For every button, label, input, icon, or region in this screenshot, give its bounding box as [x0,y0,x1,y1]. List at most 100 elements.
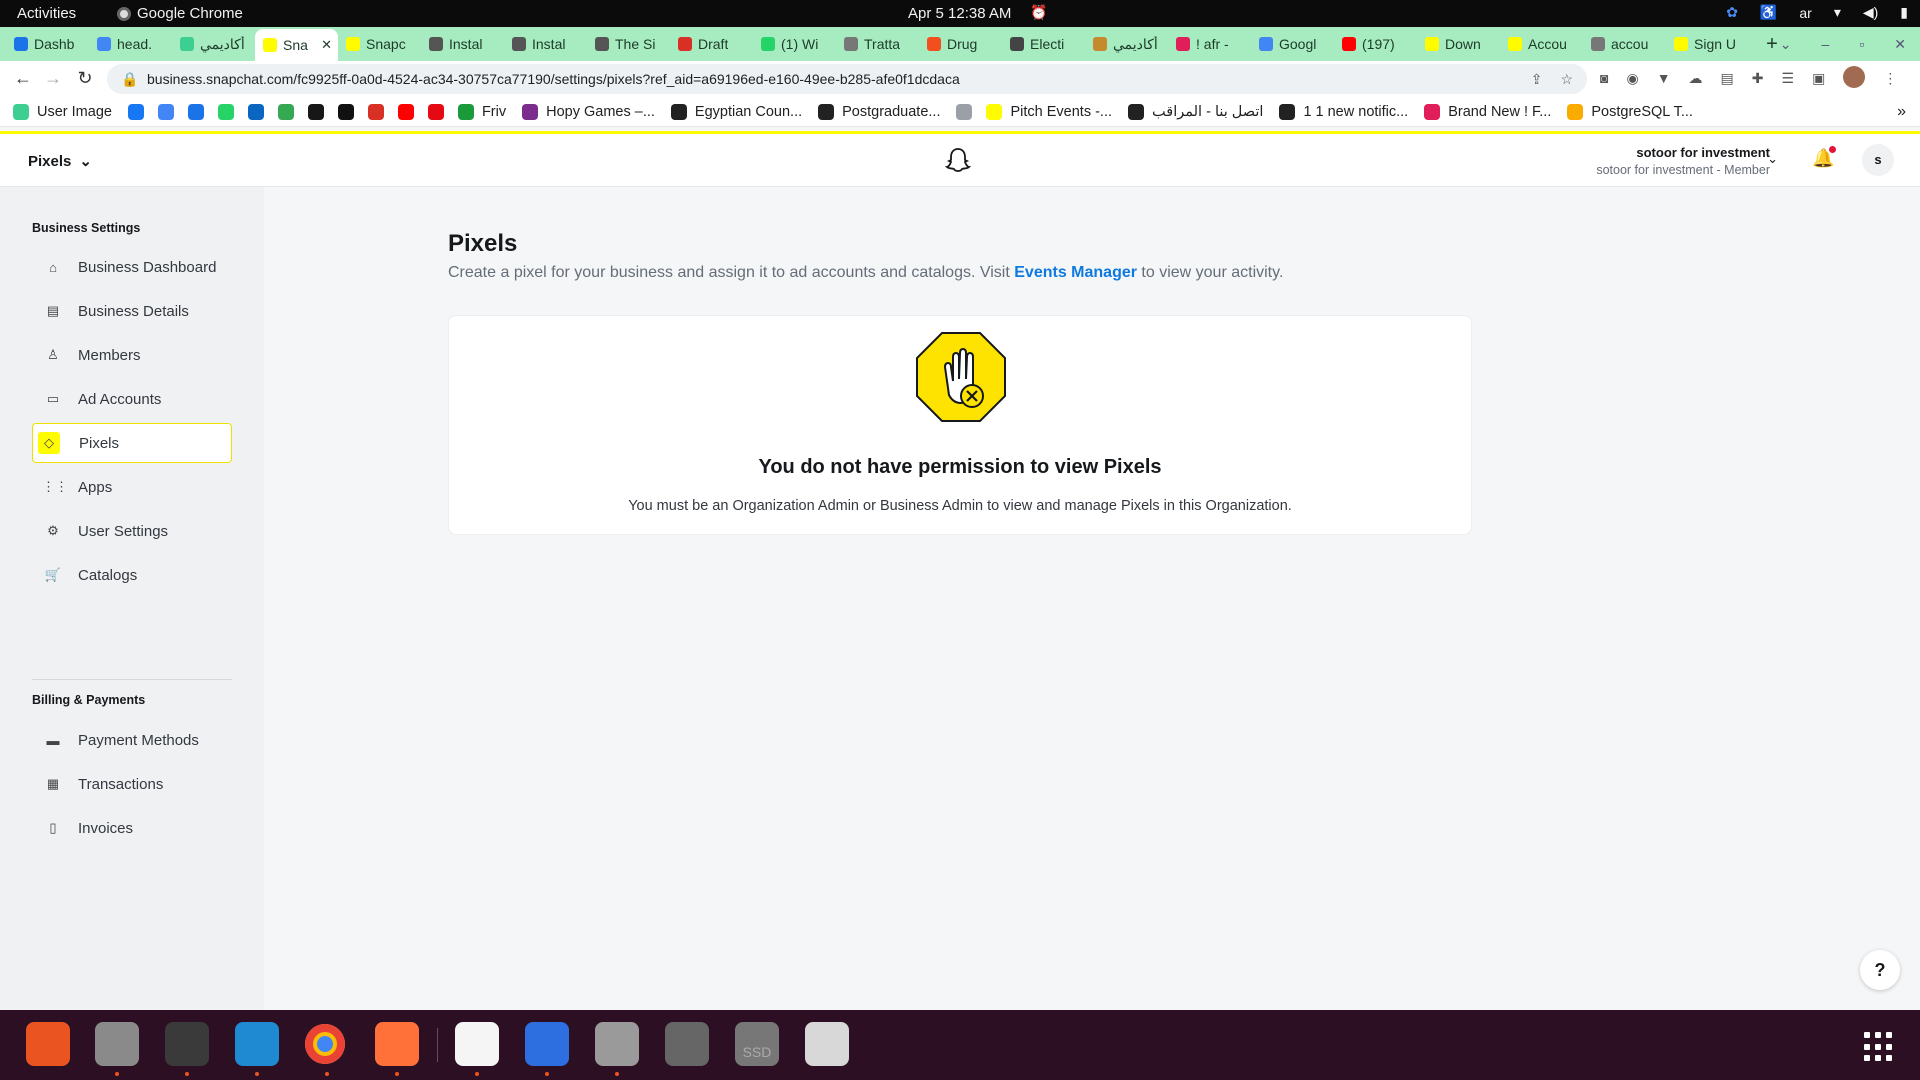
browser-tab[interactable]: ! afr - [1168,30,1251,58]
lock-icon[interactable]: 🔒 [121,71,138,88]
sync-icon[interactable]: ✿ [1726,4,1738,21]
browser-tab[interactable]: Sna ✕ [255,29,338,61]
sidebar-item-ad-accounts[interactable]: ▭ Ad Accounts [32,379,232,419]
browser-tab[interactable]: accou [1583,30,1666,58]
settings-icon[interactable] [595,1022,639,1066]
sidebar-item-apps[interactable]: ⋮⋮ Apps [32,467,232,507]
browser-tab[interactable]: head. [89,30,172,58]
share-icon[interactable]: ⇪ [1531,71,1543,88]
bookmark-item[interactable]: اتصل بنا - المراقب [1128,103,1263,120]
text-editor-icon[interactable] [455,1022,499,1066]
profile-avatar[interactable] [1843,66,1866,88]
sidebar-item-invoices[interactable]: ▯ Invoices [32,808,232,848]
sidebar-item-members[interactable]: ♙ Members [32,335,232,375]
extensions-icon[interactable]: ✚ [1752,70,1764,88]
volume-icon[interactable]: ◀) [1863,4,1878,21]
activities-button[interactable]: Activities [17,5,76,22]
section-switcher[interactable]: Pixels ⌄ [28,152,92,171]
notes-icon[interactable]: ▤ [1721,70,1734,88]
vue-icon[interactable]: ▼ [1657,70,1671,88]
chrome-icon[interactable] [305,1024,345,1064]
browser-tab[interactable]: The Si [587,30,670,58]
bookmark-item[interactable] [247,103,264,120]
app-menu[interactable]: Google Chrome [117,5,243,22]
wifi-icon[interactable]: ▾ [1834,4,1841,21]
sidebar-item-business-dashboard[interactable]: ⌂ Business Dashboard [32,247,232,287]
bookmark-item[interactable]: PostgreSQL T... [1567,103,1693,120]
browser-tab[interactable]: (1) Wi [753,30,836,58]
terminal-icon[interactable] [165,1022,209,1066]
browser-tab[interactable]: (197) [1334,30,1417,58]
sync-app-icon[interactable] [525,1022,569,1066]
bookmark-item[interactable]: Pitch Events -... [986,103,1112,120]
events-manager-link[interactable]: Events Manager [1014,264,1137,281]
vscode-icon[interactable] [235,1022,279,1066]
browser-tab[interactable]: Down [1417,30,1500,58]
side-panel-icon[interactable]: ▣ [1812,70,1825,88]
chevron-down-icon[interactable]: ⌄ [1767,151,1778,167]
tab-search-icon[interactable]: ☰ [1782,70,1795,88]
browser-tab[interactable]: أكاديمي [1085,30,1168,58]
forward-icon[interactable]: → [42,68,64,89]
reload-icon[interactable]: ↻ [74,68,96,89]
browser-tab[interactable]: أكاديمي [172,30,255,58]
help-button[interactable]: ? [1860,950,1900,990]
notifications-bell-icon[interactable]: 🔔 [1812,146,1836,170]
bookmark-item[interactable]: User Image [13,103,112,120]
tab-list-chevron-icon[interactable]: ⌄ [1780,36,1792,53]
browser-tab[interactable]: Electi [1002,30,1085,58]
clock[interactable]: Apr 5 12:38 AM [908,5,1011,22]
bookmark-item[interactable]: Egyptian Coun... [670,103,802,120]
bookmark-item[interactable] [427,103,444,120]
url-text[interactable]: business.snapchat.com/fc9925ff-0a0d-4524… [147,71,960,87]
bookmark-item[interactable] [397,103,414,120]
bookmark-item[interactable] [127,103,144,120]
sidebar-item-pixels[interactable]: ◇ Pixels [32,423,232,463]
firefox-icon[interactable] [375,1022,419,1066]
star-icon[interactable]: ☆ [1560,71,1573,88]
address-bar[interactable]: 🔒 business.snapchat.com/fc9925ff-0a0d-45… [107,64,1587,94]
bookmark-item[interactable] [337,103,354,120]
accessibility-icon[interactable]: ♿ [1760,4,1777,21]
system-tray[interactable]: ✿ ♿ ar ▾ ◀) ▮ [1726,4,1908,21]
browser-tab[interactable]: Tratta [836,30,919,58]
sidebar-item-business-details[interactable]: ▤ Business Details [32,291,232,331]
back-icon[interactable]: ← [12,68,34,89]
avatar[interactable]: s [1862,144,1894,176]
browser-tab[interactable]: Instal [421,30,504,58]
ssd-icon[interactable]: SSD [735,1022,779,1066]
bookmark-item[interactable]: Postgraduate... [818,103,940,120]
show-apps-icon[interactable] [1864,1032,1894,1062]
cloud-icon[interactable]: ☁ [1689,70,1703,88]
record-icon[interactable]: ◉ [1626,70,1638,88]
browser-tab[interactable]: Draft [670,30,753,58]
close-window-icon[interactable]: ✕ [1894,36,1906,53]
bookmark-item[interactable]: 1 1 new notific... [1279,103,1408,120]
bookmark-item[interactable] [307,103,324,120]
battery-icon[interactable]: ▮ [1900,4,1908,21]
sidebar-item-transactions[interactable]: ▦ Transactions [32,764,232,804]
bookmark-item[interactable] [277,103,294,120]
bookmark-item[interactable] [157,103,174,120]
disk-icon[interactable] [665,1022,709,1066]
camera-icon[interactable]: ◙ [1600,70,1608,88]
bookmark-item[interactable] [217,103,234,120]
browser-tab[interactable]: Snapc [338,30,421,58]
bookmark-item[interactable] [956,103,973,120]
menu-icon[interactable]: ⋮ [1883,70,1897,88]
trash-icon[interactable] [805,1022,849,1066]
snapchat-ghost-icon[interactable] [945,147,971,173]
minimize-icon[interactable]: – [1822,36,1830,53]
browser-tab[interactable]: Instal [504,30,587,58]
browser-tab[interactable]: Sign U [1666,30,1749,58]
files-icon[interactable] [95,1022,139,1066]
bookmarks-overflow-button[interactable]: » [1897,103,1906,121]
browser-tab[interactable]: Dashb [6,30,89,58]
bookmark-item[interactable] [187,103,204,120]
sidebar-item-catalogs[interactable]: 🛒 Catalogs [32,555,232,595]
sidebar-item-payment-methods[interactable]: ▬ Payment Methods [32,720,232,760]
bookmark-item[interactable]: Hopy Games –... [522,103,655,120]
bookmark-item[interactable]: Friv [457,103,506,120]
maximize-icon[interactable]: ▫ [1859,36,1864,53]
keyboard-language[interactable]: ar [1799,5,1811,21]
